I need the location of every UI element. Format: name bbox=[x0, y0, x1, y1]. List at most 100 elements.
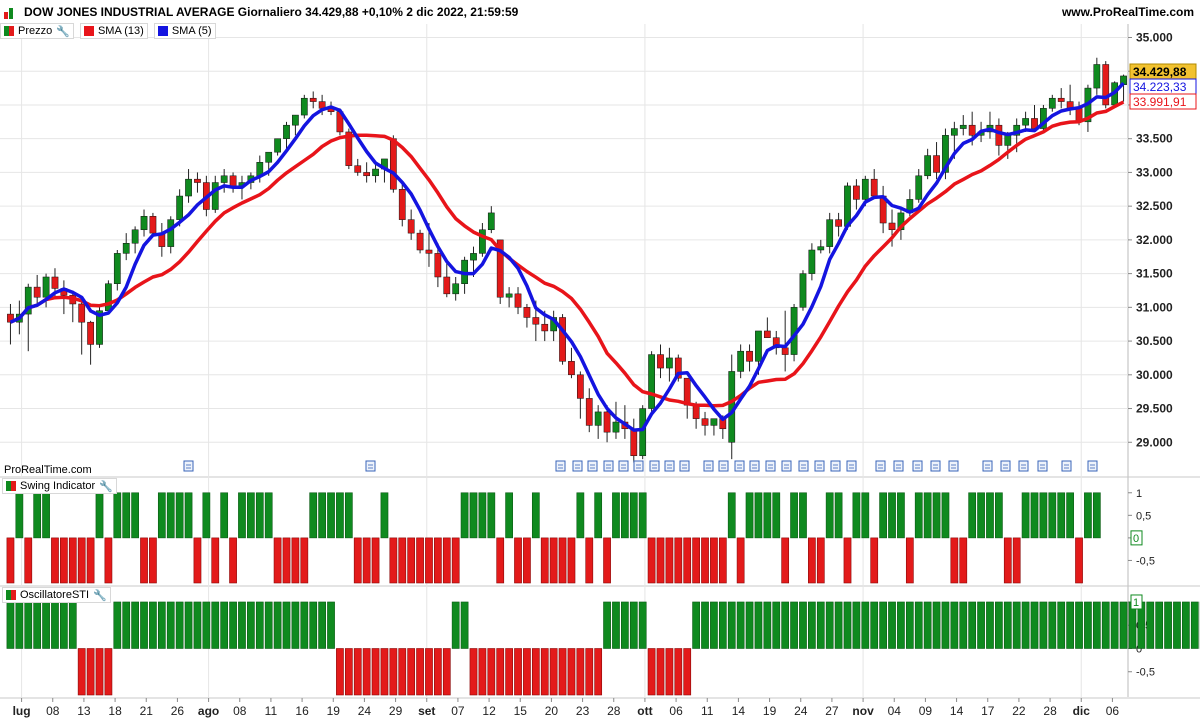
site-link[interactable]: www.ProRealTime.com bbox=[1062, 5, 1194, 19]
swing-bar bbox=[790, 492, 798, 539]
sti-bar bbox=[291, 601, 300, 649]
sti-bar bbox=[95, 648, 104, 696]
legend-price[interactable]: Prezzo 🔧 bbox=[0, 23, 74, 39]
swing-bar bbox=[6, 537, 15, 584]
x-axis-label: 08 bbox=[233, 704, 247, 718]
sti-bar bbox=[487, 648, 496, 696]
sti-bar bbox=[585, 648, 594, 696]
sti-bar bbox=[398, 648, 407, 696]
swing-bar bbox=[1030, 492, 1039, 539]
swing-panel-label[interactable]: Swing Indicator 🔧 bbox=[2, 478, 117, 494]
swing-bar bbox=[1021, 492, 1030, 539]
candle-body bbox=[959, 124, 967, 129]
candle-body bbox=[33, 286, 41, 298]
sti-bar bbox=[15, 601, 24, 649]
price-tick-label: 31.500 bbox=[1136, 267, 1173, 281]
price-legend: Prezzo 🔧 SMA (13) SMA (5) bbox=[0, 22, 222, 40]
swing-bar bbox=[540, 537, 549, 584]
swing-bar bbox=[15, 492, 24, 539]
swing-bar bbox=[683, 537, 692, 584]
wrench-icon[interactable]: 🔧 bbox=[56, 25, 70, 38]
swing-bar bbox=[986, 492, 994, 539]
candle-body bbox=[416, 232, 424, 251]
candle-body bbox=[755, 330, 762, 362]
swing-bar bbox=[42, 492, 50, 539]
candle-body bbox=[763, 330, 771, 338]
swing-bar bbox=[291, 537, 300, 584]
candle-body bbox=[603, 411, 611, 433]
candle-body bbox=[817, 246, 825, 251]
swing-bar bbox=[1048, 492, 1057, 539]
candle-body bbox=[844, 185, 851, 227]
candle-body bbox=[505, 293, 513, 298]
swing-bar bbox=[51, 537, 59, 584]
candle-body bbox=[692, 404, 700, 419]
sti-panel-label[interactable]: OscillatoreSTI 🔧 bbox=[2, 587, 111, 603]
wrench-icon[interactable]: 🔧 bbox=[99, 480, 113, 493]
sti-bar bbox=[451, 601, 460, 649]
chart-canvas: 35.00034.50034.00033.50033.00032.50032.0… bbox=[0, 24, 1200, 718]
legend-sma13[interactable]: SMA (13) bbox=[79, 23, 148, 39]
candle-body bbox=[924, 155, 932, 177]
swing-bar bbox=[923, 492, 932, 539]
wrench-icon[interactable]: 🔧 bbox=[93, 589, 107, 602]
sti-bar bbox=[113, 601, 122, 649]
candle-body bbox=[594, 411, 602, 426]
document-icon bbox=[734, 460, 745, 472]
x-axis-label: 18 bbox=[108, 704, 122, 718]
swing-bar bbox=[843, 537, 852, 584]
sma5-color-swatch bbox=[157, 26, 168, 36]
document-icon bbox=[930, 460, 941, 472]
candle-body bbox=[265, 151, 273, 163]
swing-bar bbox=[344, 492, 353, 539]
x-axis-label: 28 bbox=[607, 704, 621, 718]
sti-bar bbox=[131, 601, 139, 649]
candle-body bbox=[630, 428, 638, 457]
sti-current-tag: 1 bbox=[1133, 597, 1139, 609]
sti-bar bbox=[1048, 601, 1057, 649]
swing-current-tag: 0 bbox=[1133, 533, 1139, 545]
document-icon bbox=[798, 460, 809, 472]
sma13-price-tag: 33.991,91 bbox=[1133, 95, 1187, 109]
document-icon bbox=[679, 460, 690, 472]
sti-bar bbox=[754, 601, 763, 649]
swing-bar bbox=[612, 492, 620, 539]
swing-tick-label: 1 bbox=[1136, 488, 1142, 500]
sti-bar bbox=[1119, 601, 1128, 649]
candle-body bbox=[523, 307, 531, 318]
swing-bar bbox=[1012, 537, 1021, 584]
sti-bar bbox=[879, 601, 887, 649]
candle-body bbox=[835, 219, 842, 227]
swing-label-text: Swing Indicator bbox=[20, 480, 96, 492]
swing-bar bbox=[77, 537, 86, 584]
candle-body bbox=[300, 97, 308, 116]
swing-bar bbox=[834, 492, 843, 539]
swing-bar bbox=[33, 492, 42, 539]
swing-bar bbox=[300, 537, 309, 584]
swing-bar bbox=[629, 492, 638, 539]
document-icon bbox=[603, 460, 614, 472]
swing-bar bbox=[905, 537, 914, 584]
candle-body bbox=[113, 253, 121, 284]
sma13-color-swatch bbox=[83, 26, 94, 36]
candle-body bbox=[283, 124, 290, 139]
sti-bar bbox=[247, 601, 255, 649]
swing-bar bbox=[60, 537, 68, 584]
swing-bar bbox=[656, 537, 665, 584]
swing-bar bbox=[514, 537, 522, 584]
document-icon bbox=[830, 460, 841, 472]
sti-bar bbox=[220, 601, 229, 649]
swing-bar bbox=[24, 537, 33, 584]
candle-body bbox=[1004, 135, 1012, 146]
x-axis-label: 20 bbox=[545, 704, 559, 718]
swing-bar bbox=[95, 492, 104, 539]
candle-body bbox=[87, 321, 94, 345]
swing-bar bbox=[362, 537, 371, 584]
document-icon bbox=[649, 460, 660, 472]
candle-body bbox=[487, 212, 495, 231]
legend-sma5[interactable]: SMA (5) bbox=[153, 23, 216, 39]
candle-body bbox=[648, 354, 655, 409]
sti-bar bbox=[995, 601, 1003, 649]
x-axis-label: 12 bbox=[482, 704, 496, 718]
sti-bar bbox=[941, 601, 950, 649]
